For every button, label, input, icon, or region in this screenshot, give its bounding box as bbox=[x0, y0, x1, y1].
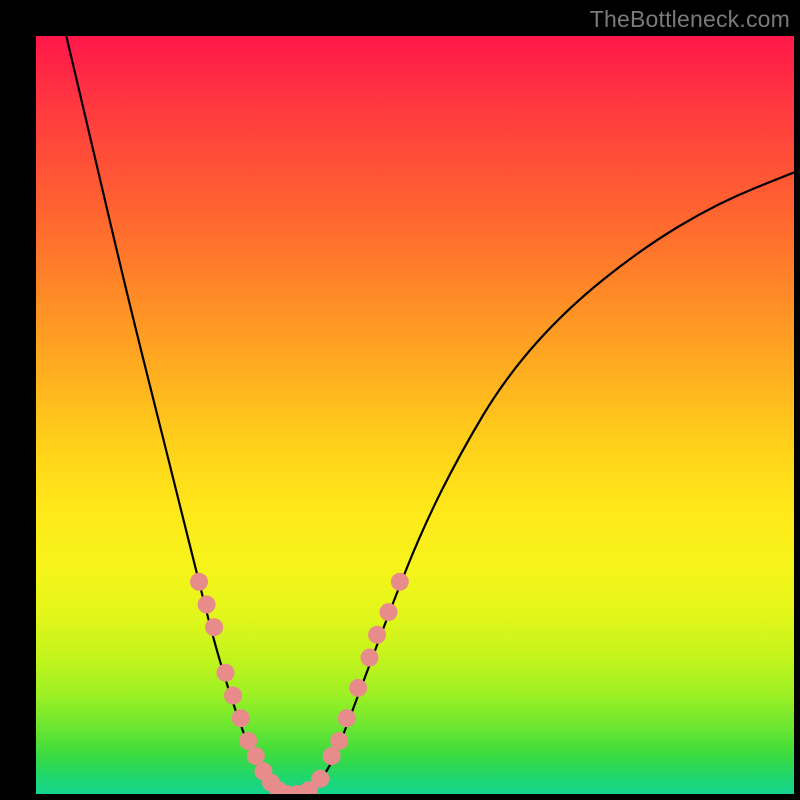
chart-svg bbox=[36, 36, 794, 794]
highlight-dot bbox=[349, 679, 367, 697]
highlight-dot bbox=[190, 573, 208, 591]
highlight-dot bbox=[198, 596, 216, 614]
highlight-dot bbox=[205, 618, 223, 636]
highlight-dot bbox=[311, 770, 329, 788]
highlight-dot bbox=[368, 626, 386, 644]
highlight-dot bbox=[391, 573, 409, 591]
highlight-dots-group bbox=[190, 573, 409, 794]
bottleneck-curve-path bbox=[66, 36, 794, 794]
highlight-dot bbox=[330, 732, 348, 750]
chart-frame: TheBottleneck.com bbox=[0, 0, 800, 800]
plot-area bbox=[36, 36, 794, 794]
highlight-dot bbox=[361, 649, 379, 667]
highlight-dot bbox=[380, 603, 398, 621]
highlight-dot bbox=[217, 664, 235, 682]
highlight-dot bbox=[338, 709, 356, 727]
highlight-dot bbox=[224, 687, 242, 705]
watermark-text: TheBottleneck.com bbox=[590, 6, 790, 33]
highlight-dot bbox=[232, 709, 250, 727]
